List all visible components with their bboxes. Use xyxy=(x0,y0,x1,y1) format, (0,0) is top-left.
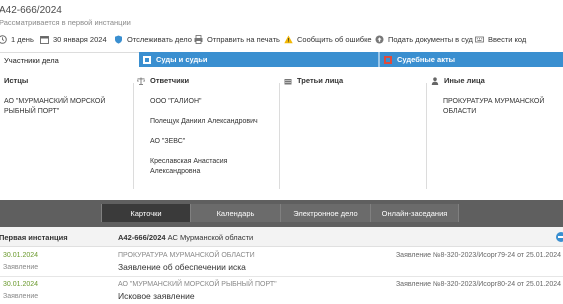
instance-case: А42-666/2024 АС Мурманской области xyxy=(118,233,253,242)
keyboard-icon xyxy=(475,35,484,44)
print-label: Отправить на печать xyxy=(207,34,280,44)
entry-reference: Заявление №8-320-2023/Исорг80-24 от 25.0… xyxy=(395,281,561,288)
plaintiffs-title: Истцы xyxy=(4,76,29,85)
submit-docs-link[interactable]: Подать документы в суд xyxy=(375,32,473,46)
tab-courts-label: Суды и судьи xyxy=(156,55,208,64)
case-number: А42-666/2024 xyxy=(0,5,62,16)
enter-code-link[interactable]: Ввести код xyxy=(475,32,526,46)
person-icon xyxy=(431,76,439,85)
courts-icon xyxy=(143,55,151,64)
plaintiffs-heading: Истцы xyxy=(4,76,28,85)
instance-court: АС Мурманской области xyxy=(167,233,254,242)
other-persons-heading: Иные лица xyxy=(431,76,485,85)
case-status: Рассматривается в первой инстанции xyxy=(0,18,131,27)
print-link[interactable]: Отправить на печать xyxy=(194,32,280,46)
warning-icon xyxy=(284,35,293,44)
duration-label: 1 день xyxy=(11,34,34,44)
calendar-icon xyxy=(40,35,49,44)
document-entry[interactable]: 30.01.2024 Заявление ПРОКУРАТУРА МУРМАНС… xyxy=(0,248,563,276)
instance-case-number: А42-666/2024 xyxy=(118,233,166,242)
entry-title[interactable]: Заявление об обеспечении иска xyxy=(118,262,246,272)
entry-kind: Заявление xyxy=(3,293,39,300)
tab-acts[interactable]: Судебные акты xyxy=(380,52,563,67)
entry-kind: Заявление xyxy=(3,264,39,271)
acts-icon xyxy=(384,55,392,64)
shield-icon xyxy=(114,35,123,44)
entry-author: ПРОКУРАТУРА МУРМАНСКОЙ ОБЛАСТИ xyxy=(118,252,255,259)
track-case-link[interactable]: Отслеживать дело xyxy=(114,32,192,46)
third-parties-title: Третьи лица xyxy=(297,76,344,85)
document-entry[interactable]: 30.01.2024 Заявление АО "МУРМАНСКИЙ МОРС… xyxy=(0,277,563,304)
nav-online-hearings[interactable]: Онлайн-заседания xyxy=(370,204,459,222)
other-person-item[interactable]: ПРОКУРАТУРА МУРМАНСКОЙ ОБЛАСТИ xyxy=(443,97,553,116)
column-divider xyxy=(279,83,280,189)
case-tabs: Участники дела Суды и судьи Судебные акт… xyxy=(0,52,563,67)
column-divider xyxy=(133,83,134,189)
collapse-icon[interactable] xyxy=(556,232,563,242)
third-parties-heading: Третьи лица xyxy=(284,76,343,85)
defendant-item[interactable]: Креславская Анастасия Александровна xyxy=(150,157,265,176)
report-error-link[interactable]: Сообщить об ошибке xyxy=(284,32,372,46)
defendants-heading: Ответчики xyxy=(137,76,189,85)
entry-title[interactable]: Исковое заявление xyxy=(118,291,195,301)
case-toolbar: 1 день 30 января 2024 Отслеживать дело О… xyxy=(0,32,563,46)
instance-header[interactable]: Первая инстанция А42-666/2024 АС Мурманс… xyxy=(0,227,563,247)
entry-date: 30.01.2024 xyxy=(3,252,39,259)
nav-cards[interactable]: Карточки xyxy=(101,204,190,222)
entry-reference: Заявление №8-320-2023/Исорг79-24 от 25.0… xyxy=(395,252,561,259)
entry-author: АО "МУРМАНСКИЙ МОРСКОЙ РЫБНЫЙ ПОРТ" xyxy=(118,281,277,288)
building-icon xyxy=(284,77,292,85)
tab-participants[interactable]: Участники дела xyxy=(0,52,139,67)
report-error-label: Сообщить об ошибке xyxy=(297,34,372,44)
defendant-item[interactable]: ООО "ГАЛИОН" xyxy=(150,97,275,107)
date-item: 30 января 2024 xyxy=(40,32,107,46)
clock-icon xyxy=(0,34,7,44)
column-divider xyxy=(426,83,427,189)
scales-icon xyxy=(137,77,145,85)
instance-label: Первая инстанция xyxy=(0,233,68,242)
enter-code-label: Ввести код xyxy=(488,34,527,44)
upload-icon xyxy=(375,35,384,44)
defendant-item[interactable]: АО "ЗЕВС" xyxy=(150,137,275,147)
duration-item: 1 день xyxy=(0,32,34,46)
submit-docs-label: Подать документы в суд xyxy=(388,34,473,44)
participants-panel: Истцы АО "МУРМАНСКИЙ МОРСКОЙ РЫБНЫЙ ПОРТ… xyxy=(0,67,563,198)
other-persons-title: Иные лица xyxy=(444,76,485,85)
date-label: 30 января 2024 xyxy=(53,34,107,44)
tab-courts[interactable]: Суды и судьи xyxy=(139,52,378,67)
plaintiff-item[interactable]: АО "МУРМАНСКИЙ МОРСКОЙ РЫБНЫЙ ПОРТ" xyxy=(4,97,124,116)
nav-calendar[interactable]: Календарь xyxy=(190,204,280,222)
printer-icon xyxy=(194,34,203,44)
tab-acts-label: Судебные акты xyxy=(397,55,456,64)
defendants-title: Ответчики xyxy=(150,76,190,85)
nav-electronic-case[interactable]: Электронное дело xyxy=(280,204,370,222)
case-view-nav: Карточки Календарь Электронное дело Онла… xyxy=(0,200,563,227)
track-case-label: Отслеживать дело xyxy=(127,34,192,44)
defendant-item[interactable]: Полещук Даниил Александрович xyxy=(150,117,275,127)
entry-date: 30.01.2024 xyxy=(3,281,39,288)
